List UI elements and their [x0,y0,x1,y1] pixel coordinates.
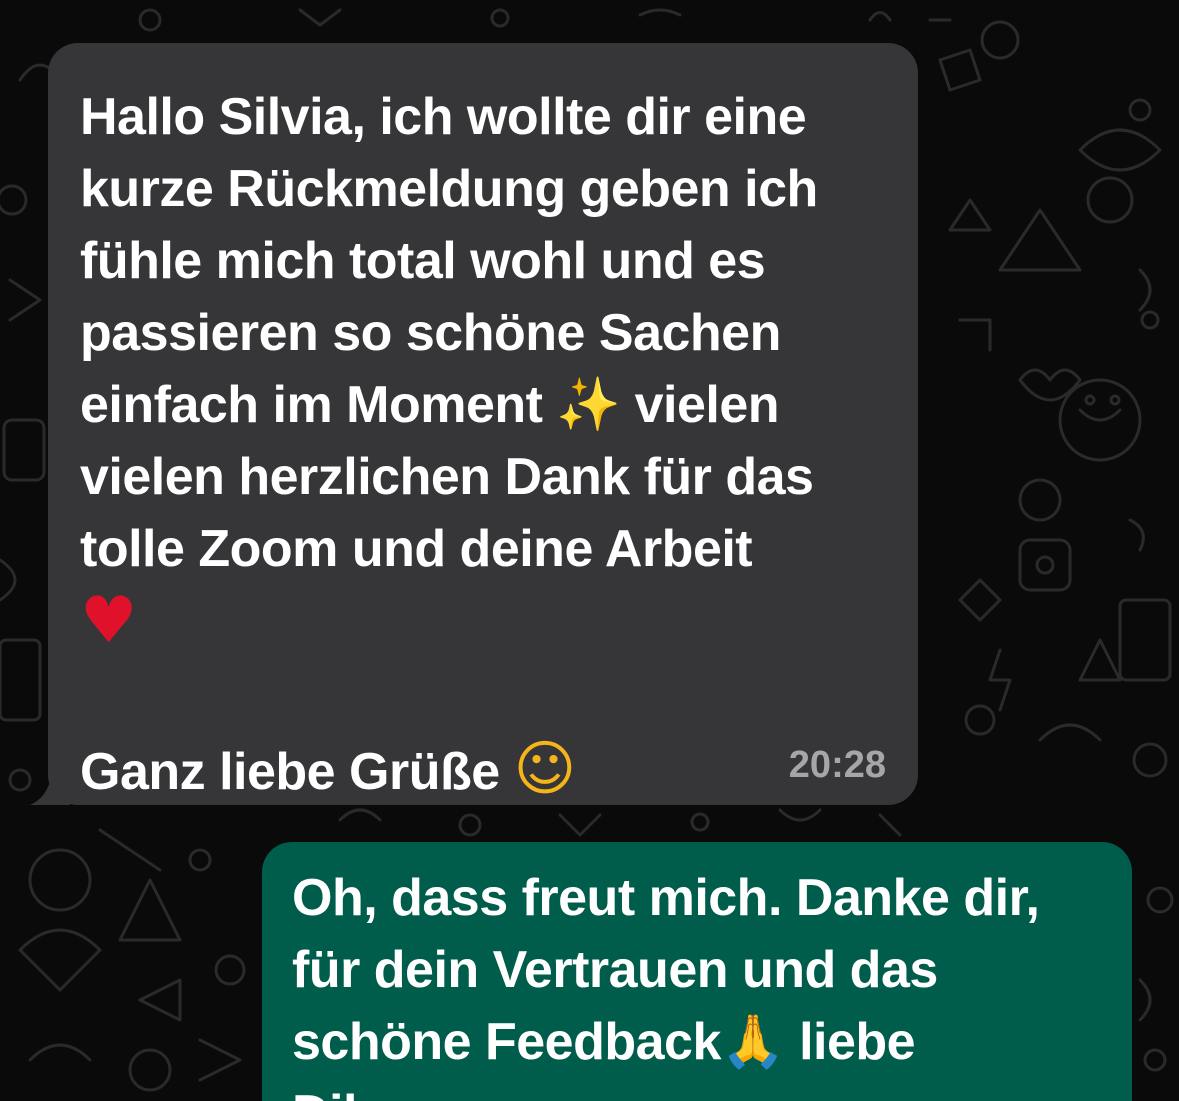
message-line: kurze Rückmeldung geben ich [80,160,818,218]
smiling-face-with-hearts-icon: ☺ [513,734,577,804]
sparkles-icon: ✨ [556,375,621,435]
chat-background: Hallo Silvia, ich wollte dir eine kurze … [0,0,1179,1101]
message-line: vielen herzlichen Dank für das [80,448,814,506]
outgoing-message-text: Oh, dass freut mich. Danke dir, für dein… [292,862,1108,1101]
message-line: einfach im Moment [80,376,557,434]
outgoing-message-bubble[interactable]: Oh, dass freut mich. Danke dir, für dein… [262,842,1132,1101]
message-timestamp: 20:28 [788,744,886,786]
message-line: Ganz liebe Grüße [80,743,514,801]
red-heart-icon: ♥ [80,584,137,658]
message-line: vielen [620,376,780,434]
message-line: liebe [785,1013,916,1071]
message-line: tolle Zoom und deine Arbeit [80,520,753,578]
incoming-message-bubble[interactable]: Hallo Silvia, ich wollte dir eine kurze … [30,43,918,808]
message-line: für dein Vertrauen und das [292,941,938,999]
message-line: fühle mich total wohl und es [80,232,766,290]
message-line: schöne Feedback [292,1013,721,1071]
folded-hands-icon: 🙏 [720,1012,786,1072]
message-line: Hallo Silvia, ich wollte dir eine [80,88,807,146]
incoming-message-text: Hallo Silvia, ich wollte dir eine kurze … [80,81,894,808]
message-line: passieren so schöne Sachen [80,304,781,362]
bubble-tail [30,765,70,805]
message-line: Oh, dass freut mich. Danke dir, [292,869,1040,927]
message-line: Dilara [292,1085,434,1101]
